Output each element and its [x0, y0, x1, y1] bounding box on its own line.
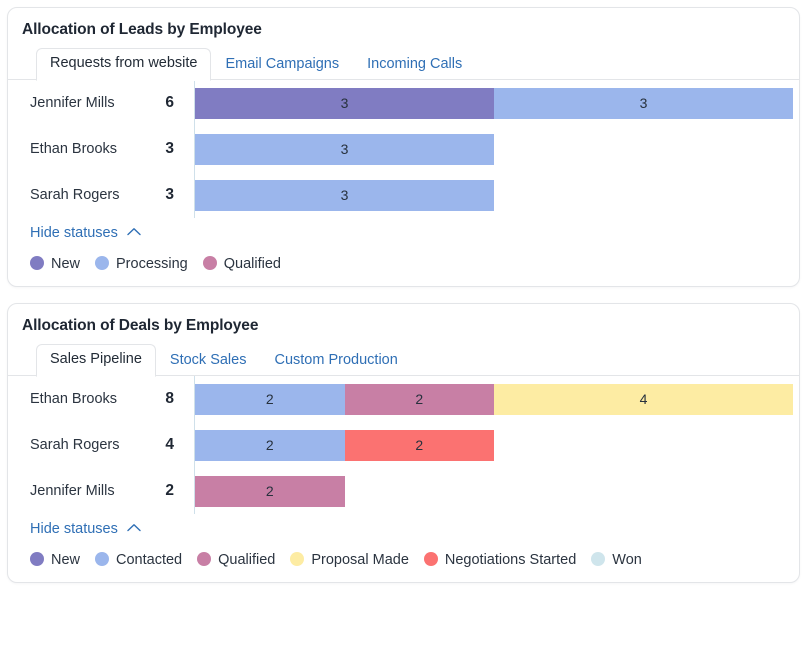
legend-items: New Contacted Qualified Proposal Made Negoti… — [30, 552, 799, 568]
legend-item-negotiations-started[interactable]: Negotiations Started — [423, 552, 577, 568]
chart-card: Allocation of Deals by Employee Sales Pip… — [7, 303, 800, 583]
row-total: 4 — [165, 436, 174, 453]
legend-color-dot — [591, 552, 606, 566]
chevron-up-icon — [127, 227, 141, 236]
row-total: 8 — [165, 390, 174, 407]
legend-color-dot — [30, 256, 44, 270]
tab-email-campaigns[interactable]: Email Campaigns — [211, 49, 353, 81]
bar-track: 3 — [195, 180, 791, 211]
tab-stock-sales[interactable]: Stock Sales — [156, 345, 261, 377]
hide-statuses-toggle[interactable]: Hide statuses — [30, 520, 141, 538]
legend-item-qualified[interactable]: Qualified — [197, 552, 275, 568]
bar-segment[interactable]: 3 — [195, 180, 494, 211]
bar-track: 2 — [195, 476, 791, 507]
legend-label: Won — [612, 552, 642, 568]
legend-color-dot — [197, 552, 212, 566]
bar-segment[interactable]: 4 — [494, 384, 793, 415]
dashboard-page: Allocation of Leads by Employee Requests … — [0, 0, 807, 646]
legend-item-new[interactable]: New — [30, 552, 80, 568]
row-label: Sarah Rogers — [30, 437, 120, 453]
bar-segment[interactable]: 3 — [195, 88, 494, 119]
hide-statuses-label: Hide statuses — [30, 225, 118, 241]
legend-color-dot — [95, 552, 110, 566]
hide-statuses-toggle[interactable]: Hide statuses — [30, 224, 141, 242]
row-label: Jennifer Mills — [30, 483, 115, 499]
tab-custom-production[interactable]: Custom Production — [260, 345, 411, 377]
bar-segment[interactable]: 3 — [494, 88, 793, 119]
bar-segment[interactable]: 2 — [195, 476, 345, 507]
tab-requests-from-website[interactable]: Requests from website — [36, 48, 212, 81]
chart-row: Sarah Rogers 4 2 2 — [8, 422, 799, 468]
chevron-up-icon — [127, 523, 141, 532]
legend-label: Qualified — [218, 552, 276, 568]
bar-track: 33 — [195, 88, 793, 119]
row-label: Ethan Brooks — [30, 391, 118, 407]
legend-area: Hide statuses New Processing Qualified — [8, 218, 799, 286]
bar-segment[interactable]: 2 — [195, 384, 345, 415]
legend-item-won[interactable]: Won — [591, 552, 642, 568]
legend-item-contacted[interactable]: Contacted — [95, 552, 182, 568]
legend-color-dot — [423, 552, 438, 566]
bar-segment[interactable]: 2 — [344, 384, 494, 415]
chart-rows: Jennifer Mills 6 3 3 Ethan Brooks 3 3 Sarah Rog… — [8, 80, 799, 218]
legend-label: Qualified — [223, 256, 281, 272]
chart-row: Ethan Brooks 8 2 2 4 — [8, 376, 799, 422]
bar-segment[interactable]: 2 — [344, 430, 494, 461]
legend-item-new[interactable]: New — [30, 256, 80, 272]
bar-track: 3 — [195, 134, 791, 165]
legend-color-dot — [202, 256, 217, 270]
row-label: Jennifer Mills — [30, 95, 115, 111]
tab-bar: Sales Pipeline Stock Sales Custom Producti… — [8, 344, 799, 377]
row-total: 3 — [165, 186, 174, 203]
bar-track: 22 — [195, 430, 791, 461]
chart-row: Ethan Brooks 3 3 — [8, 126, 799, 172]
chart-row: Jennifer Mills 6 3 3 — [8, 80, 799, 126]
legend-label: New — [51, 552, 81, 568]
cards-container: Allocation of Leads by Employee Requests … — [7, 7, 800, 583]
legend-label: Contacted — [116, 552, 183, 568]
row-label: Sarah Rogers — [30, 187, 120, 203]
row-total: 6 — [165, 94, 174, 111]
legend-color-dot — [30, 552, 44, 566]
chart-row: Sarah Rogers 3 3 — [8, 172, 799, 218]
legend-color-dot — [290, 552, 305, 566]
row-total: 2 — [165, 482, 174, 499]
legend-color-dot — [95, 256, 110, 270]
hide-statuses-label: Hide statuses — [30, 521, 118, 537]
legend-label: Negotiations Started — [444, 552, 577, 568]
row-label: Ethan Brooks — [30, 141, 118, 157]
bar-segment[interactable]: 3 — [195, 134, 494, 165]
tab-sales-pipeline[interactable]: Sales Pipeline — [36, 344, 156, 377]
stacked-bar-chart: Jennifer Mills 6 3 3 Ethan Brooks 3 3 Sarah Rog… — [8, 80, 799, 218]
chart-rows: Ethan Brooks 8 2 2 4 Sarah Rogers 4 2 2 Jennifer … — [8, 376, 799, 514]
legend-items: New Processing Qualified — [30, 256, 799, 272]
legend-item-qualified[interactable]: Qualified — [202, 256, 281, 272]
bar-track: 224 — [195, 384, 793, 415]
legend-item-proposal-made[interactable]: Proposal Made — [290, 552, 409, 568]
bar-segment[interactable]: 2 — [195, 430, 345, 461]
chart-row: Jennifer Mills 2 2 — [8, 468, 799, 514]
legend-label: Processing — [116, 256, 188, 272]
tab-bar: Requests from website Email Campaigns Inco… — [8, 48, 799, 81]
tab-incoming-calls[interactable]: Incoming Calls — [353, 49, 476, 81]
legend-label: New — [51, 256, 81, 272]
stacked-bar-chart: Ethan Brooks 8 2 2 4 Sarah Rogers 4 2 2 Jennifer … — [8, 376, 799, 514]
legend-label: Proposal Made — [311, 552, 409, 568]
legend-area: Hide statuses New Contacted Qualified Propos… — [8, 514, 799, 582]
card-title: Allocation of Leads by Employee — [22, 21, 262, 38]
card-title: Allocation of Deals by Employee — [22, 317, 259, 334]
legend-item-processing[interactable]: Processing — [95, 256, 188, 272]
chart-card: Allocation of Leads by Employee Requests … — [7, 7, 800, 287]
row-total: 3 — [165, 140, 174, 157]
